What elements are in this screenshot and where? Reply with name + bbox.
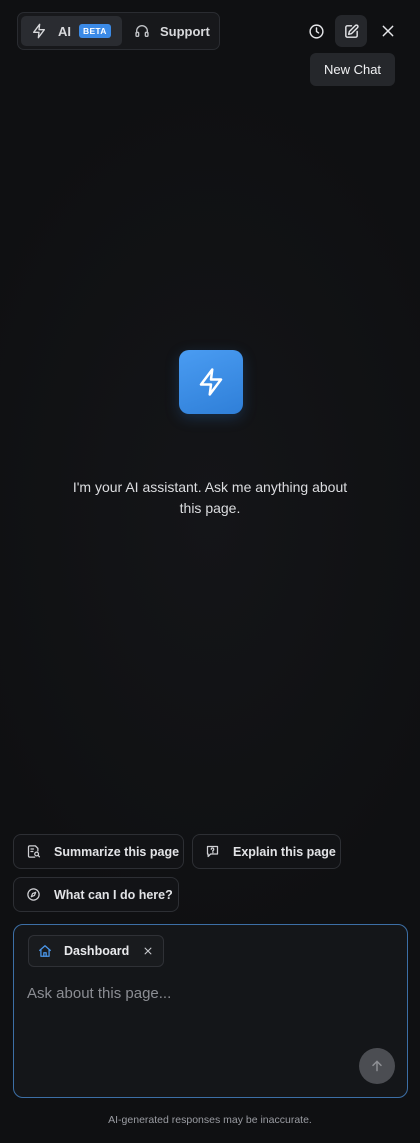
mode-tabs: AI BETA Support	[17, 12, 220, 50]
tab-ai-label: AI	[58, 23, 71, 39]
headset-icon	[134, 23, 150, 39]
arrow-up-icon	[369, 1058, 385, 1074]
document-search-icon	[14, 844, 54, 859]
chat-composer: Dashboard	[13, 924, 408, 1098]
send-button[interactable]	[359, 1048, 395, 1084]
assistant-logo	[179, 350, 243, 414]
disclaimer-text: AI-generated responses may be inaccurate…	[108, 1114, 312, 1126]
suggestion-explain-button[interactable]: Explain this page	[192, 834, 341, 869]
context-chip-label: Dashboard	[64, 944, 130, 958]
new-chat-button[interactable]	[335, 15, 367, 47]
history-button[interactable]	[300, 15, 332, 47]
home-icon	[38, 944, 52, 958]
welcome-message: I'm your AI assistant. Ask me anything a…	[72, 479, 348, 516]
tab-support-label: Support	[160, 23, 210, 39]
suggestion-what-can-button[interactable]: What can I do here?	[13, 877, 179, 912]
tab-support[interactable]: Support	[124, 16, 216, 46]
suggestion-explain-label: Explain this page	[233, 844, 336, 859]
lightning-icon	[31, 23, 47, 39]
chat-input[interactable]	[27, 981, 387, 1005]
new-chat-tooltip: New Chat	[310, 53, 395, 86]
context-chip: Dashboard	[28, 935, 164, 967]
edit-pencil-icon	[343, 23, 360, 40]
close-icon	[380, 23, 396, 39]
suggestion-summarize-button[interactable]: Summarize this page	[13, 834, 184, 869]
lightning-icon	[196, 367, 226, 397]
suggestion-what-can-label: What can I do here?	[54, 887, 173, 902]
suggestion-summarize-label: Summarize this page	[54, 844, 180, 859]
message-question-icon	[193, 844, 233, 859]
close-button[interactable]	[372, 15, 404, 47]
tab-ai[interactable]: AI BETA	[21, 16, 122, 46]
close-icon	[144, 947, 152, 955]
beta-badge: BETA	[79, 24, 111, 38]
remove-context-button[interactable]	[143, 946, 153, 956]
compass-icon	[14, 887, 54, 902]
ai-assistant-panel: AI BETA Support New Chat I'm your AI ass…	[0, 0, 420, 1143]
history-clock-icon	[308, 23, 325, 40]
